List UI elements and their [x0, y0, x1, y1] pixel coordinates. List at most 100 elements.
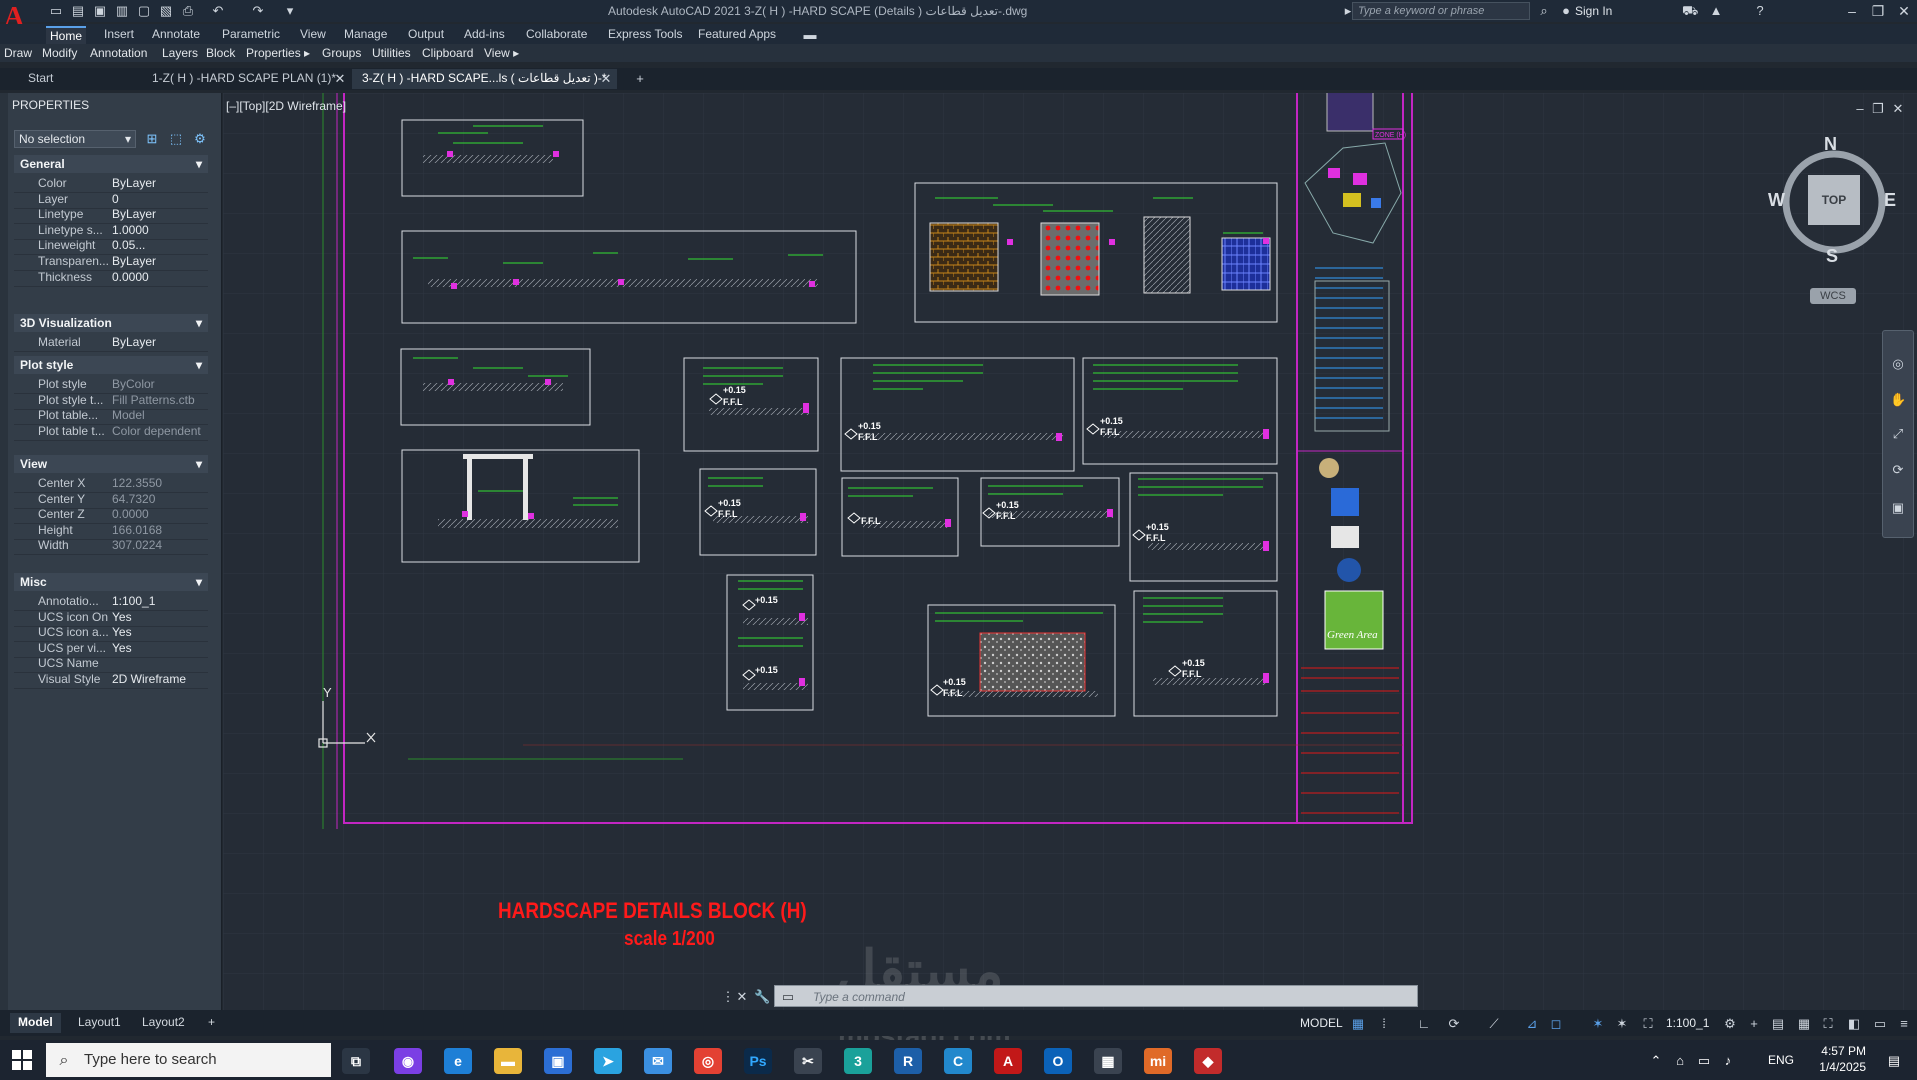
- taskbar-search-input[interactable]: Type here to search: [46, 1043, 331, 1077]
- minimize-icon[interactable]: –: [1840, 2, 1864, 20]
- showmotion-icon[interactable]: ▣: [1890, 500, 1906, 516]
- viewport-label[interactable]: [–][Top][2D Wireframe]: [226, 99, 346, 113]
- property-value[interactable]: Yes: [112, 641, 132, 655]
- tab-featured-apps[interactable]: Featured Apps: [694, 26, 780, 44]
- clock-date[interactable]: 1/4/2025: [1806, 1060, 1866, 1074]
- photoshop-icon[interactable]: Ps: [744, 1048, 772, 1074]
- anydesk-icon[interactable]: ◆: [1194, 1048, 1222, 1074]
- cart-icon[interactable]: ⛟: [1682, 3, 1698, 19]
- clock-time[interactable]: 4:57 PM: [1806, 1044, 1866, 1058]
- tab-insert[interactable]: Insert: [100, 26, 138, 44]
- command-customize-icon[interactable]: 🔧: [754, 989, 770, 1005]
- property-value[interactable]: Fill Patterns.ctb: [112, 393, 195, 407]
- file-tab-hardscape-details[interactable]: 3-Z( H ) -HARD SCAPE...ls ( تعديل قطاعات…: [352, 69, 617, 89]
- zoom-extents-icon[interactable]: ⤢: [1890, 426, 1906, 442]
- tab-view[interactable]: View: [296, 26, 330, 44]
- new-tab-icon[interactable]: +: [632, 71, 648, 87]
- file-explorer-icon[interactable]: ▬: [494, 1048, 522, 1074]
- help-icon[interactable]: ?: [1752, 3, 1768, 19]
- property-value[interactable]: 0.0000: [112, 507, 149, 521]
- property-value[interactable]: 2D Wireframe: [112, 672, 186, 686]
- property-value[interactable]: 64.7320: [112, 492, 155, 506]
- save-web-icon[interactable]: ▧: [158, 3, 174, 19]
- help-search-input[interactable]: Type a keyword or phrase: [1352, 2, 1530, 20]
- isodraft-icon[interactable]: ⟋: [1486, 1016, 1502, 1032]
- grid-toggle-icon[interactable]: ▦: [1350, 1016, 1366, 1032]
- open-web-icon[interactable]: ▢: [136, 3, 152, 19]
- section-misc[interactable]: Misc ▾: [14, 573, 208, 591]
- property-value[interactable]: ByLayer: [112, 207, 156, 221]
- tab-home[interactable]: Home: [46, 26, 87, 44]
- redo-icon[interactable]: ↷: [250, 3, 266, 19]
- 3ds-max-icon[interactable]: 3: [844, 1048, 872, 1074]
- property-value[interactable]: Color dependent: [112, 424, 201, 438]
- steering-wheel-icon[interactable]: ◎: [1890, 356, 1906, 372]
- annotation-scale-icon[interactable]: ⛶: [1640, 1016, 1656, 1032]
- compass-north[interactable]: N: [1824, 134, 1837, 155]
- file-tab-start[interactable]: Start: [18, 69, 63, 89]
- tab-add-ins[interactable]: Add-ins: [460, 26, 509, 44]
- panel-layers[interactable]: Layers: [162, 46, 198, 60]
- section-3d-visualization[interactable]: 3D Visualization ▾: [14, 314, 208, 332]
- customization-icon[interactable]: ≡: [1896, 1016, 1912, 1032]
- open-file-icon[interactable]: ▤: [70, 3, 86, 19]
- ortho-toggle-icon[interactable]: ∟: [1416, 1016, 1432, 1032]
- property-value[interactable]: ByLayer: [112, 335, 156, 349]
- orbit-icon[interactable]: ⟳: [1890, 462, 1906, 478]
- panel-groups[interactable]: Groups: [322, 46, 361, 60]
- property-value[interactable]: 307.0224: [112, 538, 162, 552]
- show-annotation-icon[interactable]: ✶: [1590, 1016, 1606, 1032]
- panel-annotation[interactable]: Annotation: [90, 46, 147, 60]
- tab-collaborate[interactable]: Collaborate: [522, 26, 591, 44]
- pan-icon[interactable]: ✋: [1890, 392, 1906, 408]
- plot-icon[interactable]: ⎙: [180, 3, 196, 19]
- compass-east[interactable]: E: [1884, 190, 1896, 211]
- property-value[interactable]: 1:100_1: [112, 594, 155, 608]
- annotation-monitor-icon[interactable]: +: [1746, 1016, 1762, 1032]
- store-icon[interactable]: ▣: [544, 1048, 572, 1074]
- command-input[interactable]: Type a command: [774, 985, 1418, 1007]
- property-row[interactable]: Width 307.0224: [14, 536, 208, 556]
- close-icon[interactable]: ✕: [1892, 2, 1916, 20]
- panel-block[interactable]: Block: [206, 46, 235, 60]
- selection-dropdown[interactable]: No selection ▾: [14, 130, 136, 148]
- model-space-toggle[interactable]: MODEL: [1300, 1016, 1343, 1030]
- section-general[interactable]: General ▾: [14, 155, 208, 173]
- compass-south[interactable]: S: [1826, 246, 1838, 267]
- mail-icon[interactable]: ✉: [644, 1048, 672, 1074]
- property-value[interactable]: 0: [112, 192, 119, 206]
- panel-properties[interactable]: Properties ▸: [246, 46, 310, 60]
- mi-icon[interactable]: mi: [1144, 1048, 1172, 1074]
- toggle-pickadd-icon[interactable]: ⊞: [144, 131, 160, 147]
- windows-start-icon[interactable]: [10, 1048, 34, 1072]
- tab-express-tools[interactable]: Express Tools: [604, 26, 686, 44]
- workspace-gear-icon[interactable]: ⚙: [1722, 1016, 1738, 1032]
- panel-view[interactable]: View ▸: [484, 46, 519, 60]
- property-value[interactable]: 0.0000: [112, 270, 149, 284]
- object-snap-tracking-icon[interactable]: ⊿: [1524, 1016, 1540, 1032]
- property-value[interactable]: ByLayer: [112, 176, 156, 190]
- property-value[interactable]: Model: [112, 408, 145, 422]
- drawing-viewport[interactable]: F.F.L F.F.L F.F.L F.F.L F.F.L F.F.L F.F.…: [223, 93, 1917, 1011]
- close-tab-icon[interactable]: ✕: [332, 71, 348, 87]
- panel-draw[interactable]: Draw: [4, 46, 32, 60]
- compass-west[interactable]: W: [1768, 190, 1785, 211]
- autodesk-a360-icon[interactable]: ▲: [1708, 3, 1724, 19]
- select-objects-icon[interactable]: ⬚: [168, 131, 184, 147]
- ribbon-minimize-icon[interactable]: ▬: [802, 27, 818, 43]
- lock-ui-icon[interactable]: ⛶: [1820, 1016, 1836, 1032]
- chrome-icon[interactable]: ◎: [694, 1048, 722, 1074]
- property-value[interactable]: Yes: [112, 610, 132, 624]
- tab-model[interactable]: Model: [10, 1013, 61, 1033]
- tab-manage[interactable]: Manage: [340, 26, 391, 44]
- palette-grip[interactable]: [0, 93, 8, 1010]
- section-view[interactable]: View ▾: [14, 455, 208, 473]
- property-row[interactable]: Material ByLayer: [14, 333, 208, 352]
- viewport-restore-icon[interactable]: ❐: [1870, 101, 1886, 117]
- snipping-tool-icon[interactable]: ✂: [794, 1048, 822, 1074]
- autocad-taskbar-icon[interactable]: A: [994, 1048, 1022, 1074]
- outlook-icon[interactable]: O: [1044, 1048, 1072, 1074]
- panel-modify[interactable]: Modify: [42, 46, 77, 60]
- search-icon[interactable]: ⌕: [1536, 3, 1552, 19]
- revit-icon[interactable]: R: [894, 1048, 922, 1074]
